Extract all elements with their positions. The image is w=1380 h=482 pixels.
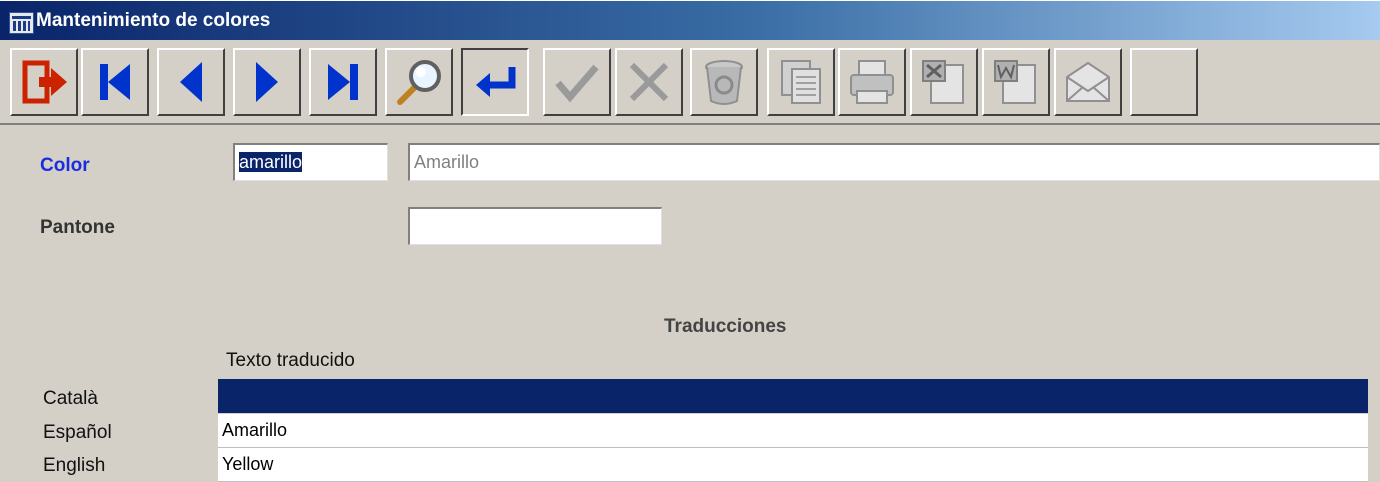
translation-row-espanol[interactable]: Amarillo: [218, 414, 1368, 448]
print-button[interactable]: [838, 48, 906, 116]
word-icon: [994, 60, 1036, 104]
app-icon: [9, 12, 34, 34]
excel-button[interactable]: [910, 48, 978, 116]
pantone-label: Pantone: [40, 217, 115, 238]
empty-toolbar-slot: [1130, 48, 1198, 116]
pantone-input[interactable]: [408, 207, 662, 245]
word-button[interactable]: [982, 48, 1050, 116]
language-label-english: English: [43, 455, 106, 476]
last-record-icon: [328, 64, 358, 100]
next-record-icon: [256, 62, 278, 102]
accept-button[interactable]: [543, 48, 611, 116]
first-record-icon: [100, 64, 130, 100]
cancel-button[interactable]: [615, 48, 683, 116]
translations-column-header: Texto traducido: [226, 350, 355, 371]
translations-title: Traducciones: [664, 316, 787, 337]
color-label: Color: [40, 155, 90, 176]
previous-record-button[interactable]: [157, 48, 225, 116]
enter-button[interactable]: [461, 48, 529, 116]
last-record-button[interactable]: [309, 48, 377, 116]
accept-icon: [555, 64, 599, 103]
language-label-catala: Català: [43, 388, 98, 409]
enter-icon: [476, 67, 516, 97]
window-title: Mantenimiento de colores: [36, 10, 271, 31]
exit-icon: [22, 60, 67, 104]
email-button[interactable]: [1054, 48, 1122, 116]
next-record-button[interactable]: [233, 48, 301, 116]
color-code-input[interactable]: amarillo: [233, 143, 388, 181]
language-label-espanol: Español: [43, 422, 112, 443]
first-record-button[interactable]: [81, 48, 149, 116]
translation-row-catala[interactable]: [218, 379, 1368, 413]
search-button[interactable]: [385, 48, 453, 116]
email-icon: [1066, 61, 1110, 102]
previous-record-icon: [180, 62, 202, 102]
print-icon: [850, 60, 894, 104]
delete-button[interactable]: [690, 48, 758, 116]
copy-button[interactable]: [767, 48, 835, 116]
search-icon: [397, 60, 441, 105]
color-description-input[interactable]: Amarillo: [408, 143, 1380, 181]
cancel-icon: [629, 62, 669, 102]
toolbar: [0, 40, 1380, 125]
exit-button[interactable]: [10, 48, 78, 116]
excel-icon: [922, 60, 964, 104]
color-code-value: amarillo: [239, 152, 303, 172]
delete-icon: [705, 60, 743, 105]
title-bar: Mantenimiento de colores: [0, 0, 1380, 40]
copy-icon: [781, 60, 821, 104]
